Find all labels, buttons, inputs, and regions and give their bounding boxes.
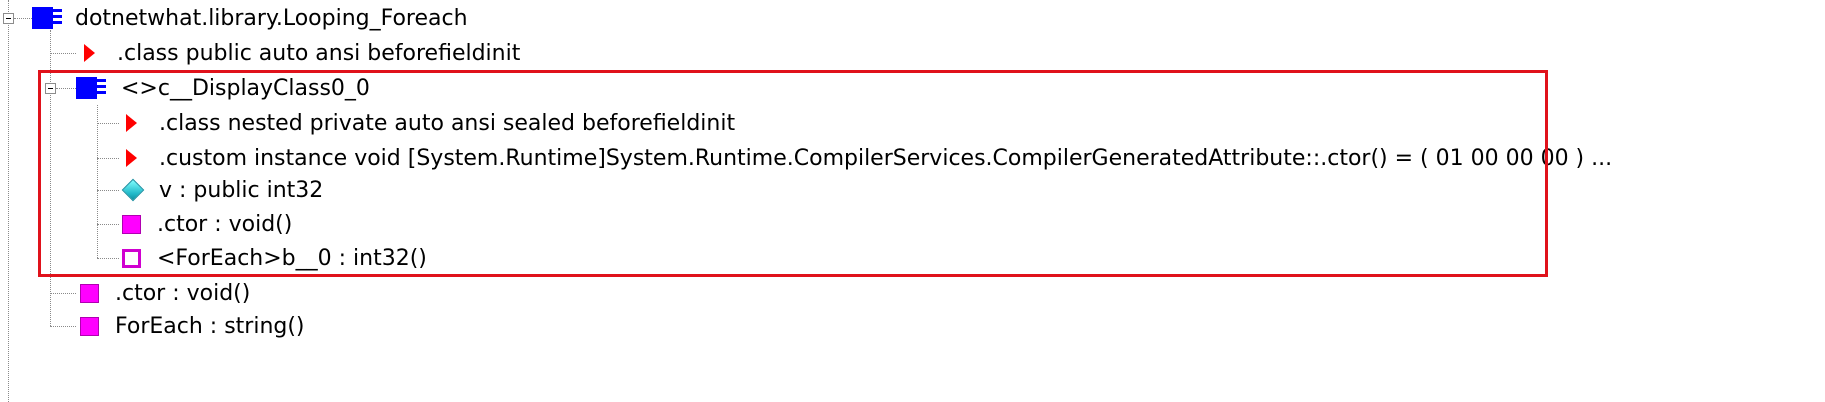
tree-line [50, 30, 51, 326]
node-label: .class public auto ansi beforefieldinit [117, 40, 521, 66]
tree-node-custom-attribute[interactable]: .custom instance void [System.Runtime]Sy… [122, 143, 1612, 173]
red-triangle-icon [126, 114, 137, 132]
tree-line [50, 53, 76, 54]
tree-line [97, 190, 119, 191]
tree-view: dotnetwhat.library.Looping_Foreach .clas… [0, 0, 1825, 402]
node-label: <>c__DisplayClass0_0 [121, 75, 370, 101]
field-icon [121, 178, 145, 202]
node-label: .ctor : void() [115, 280, 251, 306]
tree-line [14, 18, 32, 19]
hollow-method-icon [122, 248, 141, 268]
tree-line [50, 326, 76, 327]
tree-line [97, 123, 119, 124]
collapse-toggle[interactable] [3, 13, 14, 24]
node-label: v : public int32 [159, 177, 324, 203]
method-icon [122, 214, 141, 234]
collapse-toggle[interactable] [45, 83, 56, 94]
tree-node-ctor[interactable]: .ctor : void() [80, 278, 250, 308]
red-triangle-icon [84, 44, 95, 62]
node-label: .ctor : void() [157, 211, 293, 237]
class-icon [76, 77, 106, 99]
tree-line [56, 88, 76, 89]
node-label: dotnetwhat.library.Looping_Foreach [75, 5, 468, 31]
method-icon [80, 283, 99, 303]
tree-node-root[interactable]: dotnetwhat.library.Looping_Foreach [32, 3, 468, 33]
node-label: ForEach : string() [115, 313, 305, 339]
tree-node-ctor[interactable]: .ctor : void() [122, 209, 292, 239]
node-label: <ForEach>b__0 : int32() [157, 245, 427, 271]
tree-line [97, 105, 98, 258]
tree-line [97, 258, 119, 259]
tree-line [8, 0, 9, 402]
class-icon [32, 7, 62, 29]
tree-line [50, 293, 76, 294]
tree-line [97, 224, 119, 225]
tree-node-class-directive[interactable]: .class public auto ansi beforefieldinit [80, 38, 520, 68]
method-icon [80, 316, 99, 336]
tree-node-foreach[interactable]: ForEach : string() [80, 311, 305, 341]
tree-line [97, 158, 119, 159]
tree-node-nested-class-directive[interactable]: .class nested private auto ansi sealed b… [122, 108, 735, 138]
node-label: .class nested private auto ansi sealed b… [159, 110, 736, 136]
tree-node-field-v[interactable]: v : public int32 [119, 175, 323, 205]
tree-node-display-class[interactable]: <>c__DisplayClass0_0 [76, 73, 370, 103]
node-label: .custom instance void [System.Runtime]Sy… [159, 145, 1613, 171]
tree-node-foreach-lambda[interactable]: <ForEach>b__0 : int32() [122, 243, 427, 273]
red-triangle-icon [126, 149, 137, 167]
